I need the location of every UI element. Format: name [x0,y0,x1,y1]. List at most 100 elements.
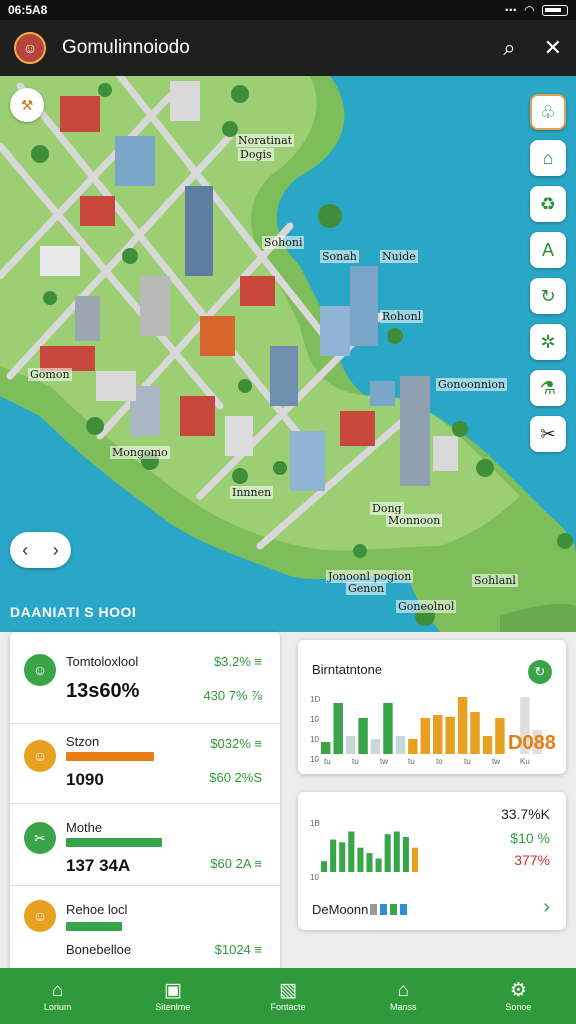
leaf-icon[interactable]: ♧ [530,94,566,130]
map-pager: ‹ › [10,532,71,568]
legend-swatch [400,904,407,915]
tools-icon[interactable]: ✂ [530,416,566,452]
refresh-icon[interactable]: ↻ [530,278,566,314]
tent-icon[interactable]: A [530,232,566,268]
calendar-icon: ▣ [163,979,182,1001]
map-label: Monnoon [386,514,443,527]
chart-bar [370,739,381,754]
x-tick-label: tw [380,757,388,766]
big-number: D088 [508,732,556,754]
chart-bar [375,858,382,872]
y-tick-label: 10 [310,873,319,882]
recycle-icon[interactable]: ♻ [530,186,566,222]
y-tick-label: 1D [310,695,320,704]
stat-row[interactable]: ☺ Rehoe locl [10,886,280,936]
stat-pct: $60 2A ≡ [210,856,262,871]
nav-item-store[interactable]: ⌂ Manss [346,968,461,1024]
stat-row[interactable]: ☺ Tomtoloxlool 13s60% $3.2% ≡ 430 7% ⅞ [10,632,280,724]
chart-bar [457,697,468,754]
stat-name: Mothe [66,820,103,835]
nav-label: Lorium [43,1001,72,1012]
map-label: Dogis [238,148,274,161]
chart-bar [321,861,328,872]
x-tick-label: tu [352,757,359,766]
y-tick-label: 10 [310,715,319,724]
map-label: Innnen [230,486,274,499]
tools-icon: ✂ [24,822,56,854]
chart-bar [384,834,391,872]
battery-icon [542,4,568,16]
map-icon: ▧ [279,979,297,1001]
nav-item-settings[interactable]: ⚙ Sonoe [461,968,576,1024]
chevron-right-icon[interactable]: › [53,540,59,561]
x-tick-label: tu [464,757,471,766]
tree-icon[interactable]: ⌂ [530,140,566,176]
chart-bar [482,736,493,754]
chart-bar [348,831,355,872]
status-bar: 06:5A8 ⋯ ◠ [0,0,576,20]
bar-chart-card[interactable]: 1B 10 33.7%K $10 % 377% DeMoonn › [298,792,566,930]
map-canvas [0,76,576,632]
nav-label: Fontacte [270,1001,306,1012]
map-tool-rail: ♧ ⌂ ♻ A ↻ ✲ ⚗ ✂ [530,94,566,452]
chart-bar [411,847,418,872]
map-label: Sohoni [262,236,305,249]
bottom-nav: ⌂ Lorium ▣ Sitenlme ▧ Fontacte ⌂ Manss ⚙… [0,968,576,1024]
x-tick-label: to [436,757,443,766]
chart-bar [345,736,356,754]
chart-bar [395,736,406,754]
y-tick-label: 1B [310,819,320,828]
status-time: 06:5A8 [8,3,48,17]
search-icon[interactable]: ⌕ [503,35,515,61]
chart-bar [445,716,455,754]
stat-row[interactable]: ✂ Mothe 137 34A $60 2A ≡ [10,804,280,886]
stat-row[interactable]: Bonebelloe $1024 ≡ [10,936,280,972]
stat-name: Tomtoloxlool [66,654,139,669]
nav-item-calendar[interactable]: ▣ Sitenlme [115,968,230,1024]
chart-bar [330,839,337,872]
map-label: Mongomo [110,446,170,459]
chart-bar [366,853,373,872]
store-icon: ⌂ [397,979,409,1001]
chart-bar [402,836,409,872]
stat-progress-bar [66,752,154,761]
map-label: Noratinat [236,134,295,147]
x-tick-label: tw [492,757,500,766]
flask-icon[interactable]: ⚗ [530,370,566,406]
chart-bar [393,831,400,872]
gear-icon[interactable]: ✲ [530,324,566,360]
chart-bar [420,718,430,754]
chevron-left-icon[interactable]: ‹ [22,540,28,561]
chart-bar [495,718,505,754]
stat-row[interactable]: ☺ Stzon 1090 $032% ≡ $60 2%S [10,724,280,804]
nav-item-map[interactable]: ▧ Fontacte [230,968,345,1024]
stat-value: 137 34A [66,856,131,875]
stat-pct: 430 7% ⅞ [203,688,262,703]
map-label: Sohlanl [472,574,518,587]
map-label: Gomon [28,368,72,381]
compass-badge[interactable]: ⚒ [10,88,44,122]
chevron-right-icon[interactable]: › [543,896,550,919]
stat-name: Bonebelloe [66,942,132,957]
side-pct: $10 % [510,830,550,846]
nav-label: Sitenlme [155,1001,191,1012]
app-bar: ☺ Gomulinnoiodo ⌕ ✕ [0,20,576,76]
app-title: Gomulinnoiodo [62,37,190,58]
chart-bar [339,842,346,872]
close-icon[interactable]: ✕ [544,35,562,61]
legend-swatch [380,904,387,915]
stat-progress-bar [66,922,122,931]
stat-pct: $3.2% ≡ [213,654,262,669]
chart-bar [358,718,368,754]
stat-value: 1090 [66,770,104,789]
user-avatar-icon[interactable]: ☺ [14,32,46,64]
chart-bar [433,715,443,754]
settings-icon: ⚙ [509,979,527,1001]
city-map[interactable]: Noratinat Dogis Sohoni Sonah Nuide Rohon… [0,76,576,632]
stat-value: 13s60% [66,680,140,702]
map-label: Nuide [380,250,418,263]
bar-chart-card[interactable]: Birntatntone ↻ 1D 10 10 10 tu tu tw tu to tu tw Ku … [298,640,566,774]
nav-item-home[interactable]: ⌂ Lorium [0,968,115,1024]
card-footer: DeMoonn [312,902,369,917]
person-avatar-icon: ☺ [24,740,56,772]
